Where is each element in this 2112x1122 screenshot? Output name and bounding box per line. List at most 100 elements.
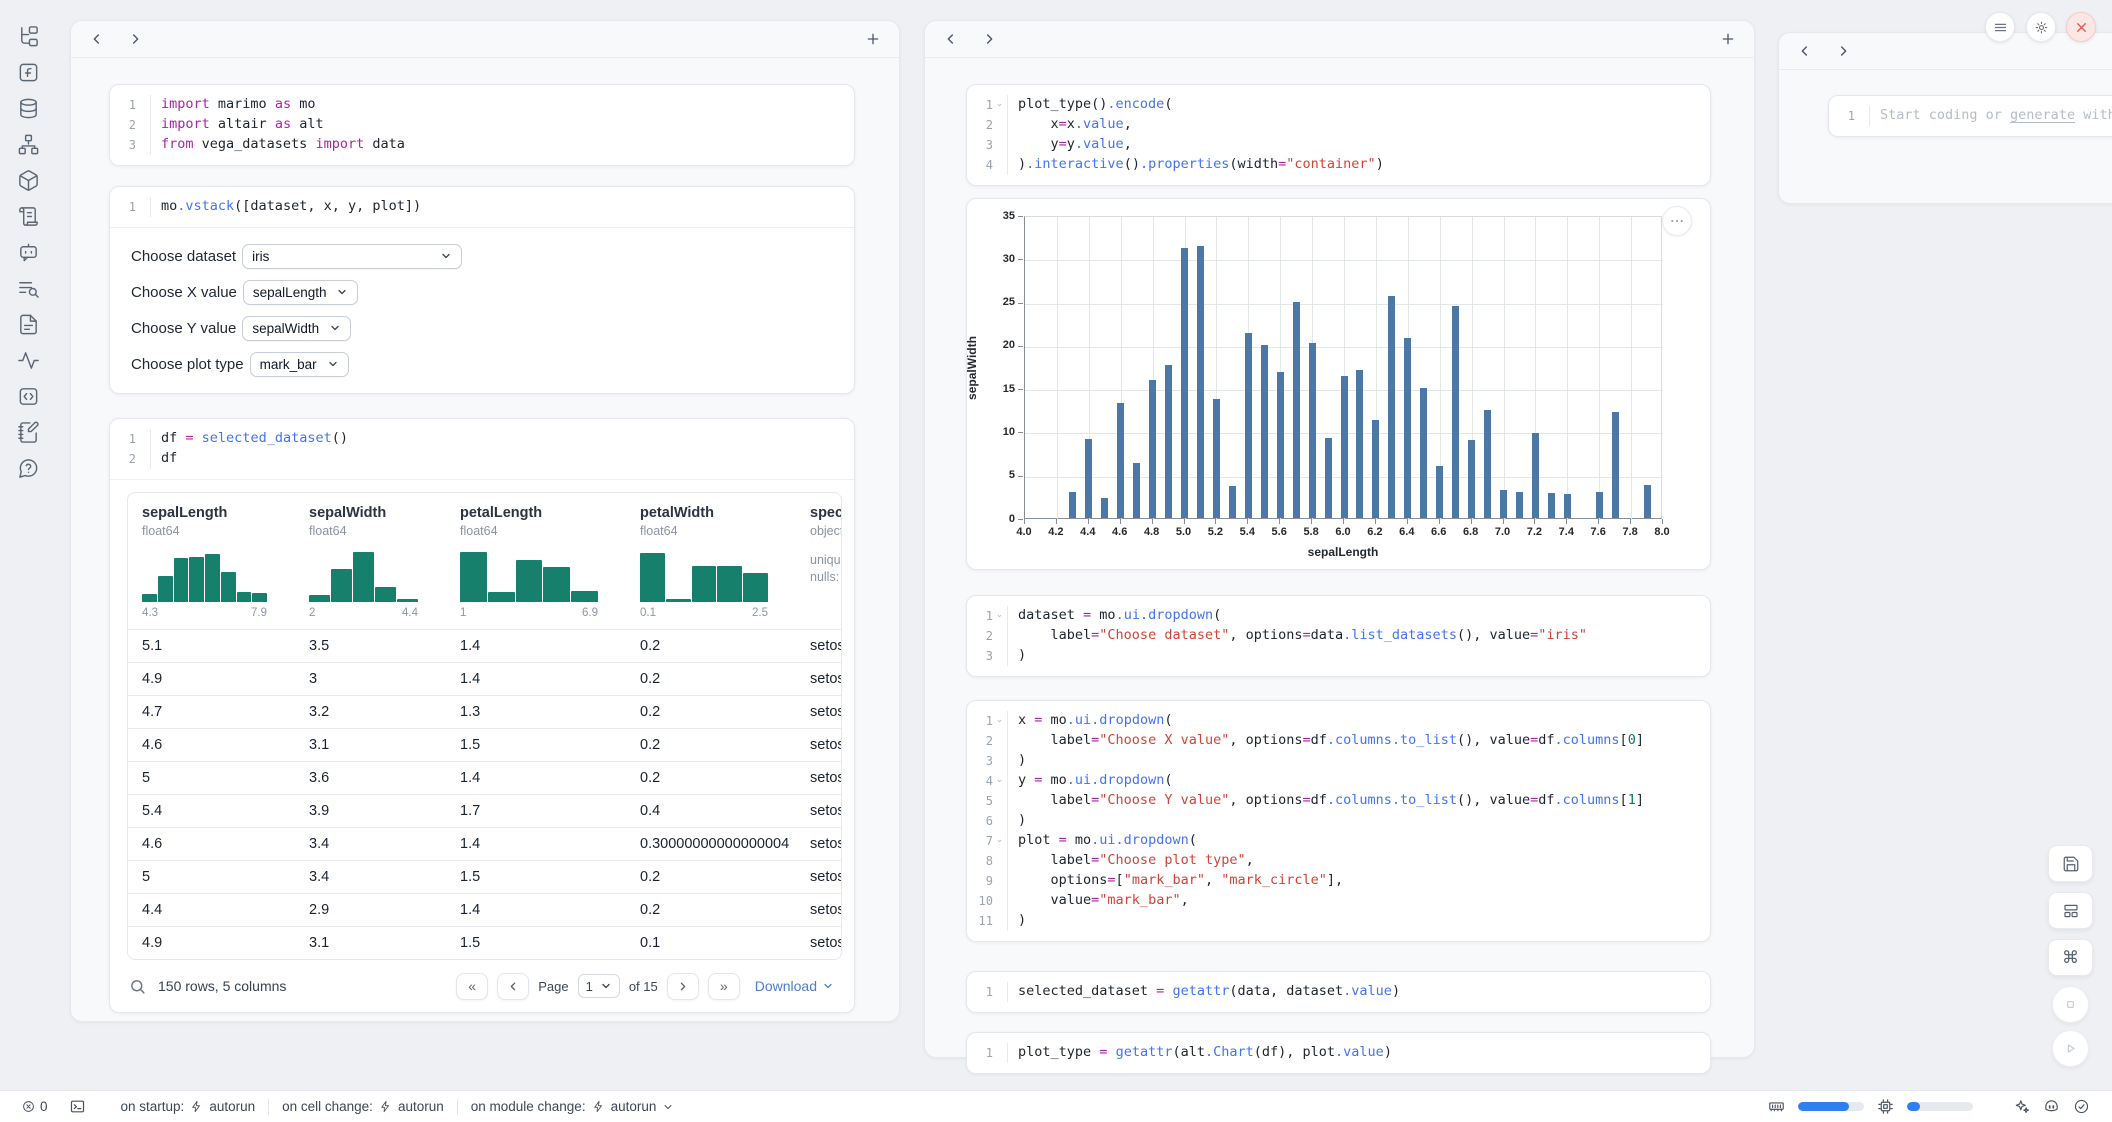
code-line[interactable]: 1⌄x = mo.ui.dropdown( — [967, 711, 1710, 731]
next-page-button[interactable] — [667, 973, 699, 1000]
chart-bar[interactable] — [1356, 370, 1363, 518]
code-line[interactable]: 3) — [967, 751, 1710, 771]
code-line[interactable]: 2import altair as alt — [110, 115, 854, 135]
chart-bar[interactable] — [1388, 296, 1395, 519]
code-line[interactable]: 6) — [967, 811, 1710, 831]
terminal-button[interactable] — [69, 1098, 86, 1115]
check-circle-icon[interactable] — [2073, 1098, 2090, 1115]
code-editor[interactable]: 1⌄plot_type().encode(2 x=x.value,3 y=y.v… — [967, 85, 1710, 185]
download-button[interactable]: Download — [755, 978, 834, 994]
code-line[interactable]: 1plot_type = getattr(alt.Chart(df), plot… — [967, 1043, 1710, 1063]
table-row[interactable]: 4.42.91.40.2setosa — [128, 893, 842, 926]
chart-bar[interactable] — [1197, 246, 1204, 518]
cell-selected-dataset[interactable]: 1selected_dataset = getattr(data, datase… — [966, 971, 1711, 1013]
code-line[interactable]: 1mo.vstack([dataset, x, y, plot]) — [110, 197, 854, 217]
box-icon[interactable] — [17, 169, 40, 192]
code-line[interactable]: 3 y=y.value, — [967, 135, 1710, 155]
function-square-icon[interactable] — [17, 61, 40, 84]
chart-bar[interactable] — [1404, 338, 1411, 518]
code-editor[interactable]: 1⌄x = mo.ui.dropdown(2 label="Choose X v… — [967, 701, 1710, 941]
table-row[interactable]: 4.93.11.50.1setosa — [128, 926, 842, 959]
chart-bar[interactable] — [1325, 438, 1332, 518]
bot-message-icon[interactable] — [17, 241, 40, 264]
chart-bar[interactable] — [1245, 333, 1252, 518]
layout-toggle-button[interactable] — [2048, 892, 2093, 929]
chart-bar[interactable] — [1293, 302, 1300, 518]
chart-bar[interactable] — [1548, 493, 1555, 518]
sparkles-icon[interactable] — [2013, 1098, 2030, 1115]
chart-bar[interactable] — [1101, 498, 1108, 518]
scroll-icon[interactable] — [17, 205, 40, 228]
add-cell-icon[interactable] — [1720, 31, 1736, 47]
table-row[interactable]: 4.63.11.50.2setosa — [128, 728, 842, 761]
file-tree-icon[interactable] — [17, 25, 40, 48]
errors-indicator[interactable]: 0 — [22, 1099, 48, 1114]
code-line[interactable]: 2df — [110, 449, 854, 469]
close-button[interactable] — [2066, 12, 2096, 42]
fold-icon[interactable]: ⌄ — [993, 95, 1006, 115]
first-page-button[interactable]: « — [456, 973, 488, 1000]
chart-bar[interactable] — [1612, 412, 1619, 518]
code-line[interactable]: 3) — [967, 646, 1710, 666]
cell-dataframe[interactable]: 1df = selected_dataset()2df sepalLengthf… — [109, 418, 855, 1013]
scroll-right-icon[interactable] — [1835, 43, 1851, 59]
chart-bar[interactable] — [1532, 433, 1539, 518]
column-header[interactable]: speciesobjectunique:nulls: — [796, 493, 842, 629]
run-button[interactable] — [2052, 1030, 2089, 1067]
on-startup-setting[interactable]: on startup: autorun — [121, 1099, 256, 1114]
table-row[interactable]: 4.931.40.2setosa — [128, 662, 842, 695]
code-line[interactable]: 9 options=["mark_bar", "mark_circle"], — [967, 871, 1710, 891]
stop-button[interactable] — [2052, 986, 2089, 1023]
chart-bar[interactable] — [1213, 399, 1220, 518]
code-editor[interactable]: 1plot_type = getattr(alt.Chart(df), plot… — [967, 1033, 1710, 1073]
code-editor[interactable]: 1⌄dataset = mo.ui.dropdown(2 label="Choo… — [967, 596, 1710, 676]
code-line[interactable]: 4⌄y = mo.ui.dropdown( — [967, 771, 1710, 791]
fold-icon[interactable]: ⌄ — [993, 831, 1006, 851]
y-value-dropdown[interactable]: sepalWidth — [242, 316, 351, 341]
code-line[interactable]: 5 label="Choose Y value", options=df.col… — [967, 791, 1710, 811]
code-line[interactable]: 1import marimo as mo — [110, 95, 854, 115]
code-line[interactable]: 1selected_dataset = getattr(data, datase… — [967, 982, 1710, 1002]
code-line[interactable]: 1df = selected_dataset() — [110, 429, 854, 449]
chart-bar[interactable] — [1309, 343, 1316, 518]
cell-empty[interactable]: 1 Start coding or generate with AI — [1828, 95, 2112, 137]
table-row[interactable]: 53.61.40.2setosa — [128, 761, 842, 794]
chart-bar[interactable] — [1261, 345, 1268, 518]
generate-link[interactable]: generate — [2010, 107, 2075, 123]
chart-bar[interactable] — [1133, 463, 1140, 518]
chart-actions-icon[interactable] — [1662, 206, 1692, 236]
table-row[interactable]: 5.13.51.40.2setosa — [128, 629, 842, 662]
table-row[interactable]: 5.43.91.70.4setosa — [128, 794, 842, 827]
code-line[interactable]: 4).interactive().properties(width="conta… — [967, 155, 1710, 175]
cell-vstack[interactable]: 1mo.vstack([dataset, x, y, plot]) Choose… — [109, 186, 855, 394]
code-line[interactable]: 2 label="Choose dataset", options=data.l… — [967, 626, 1710, 646]
plot-type-dropdown[interactable]: mark_bar — [250, 352, 349, 377]
chart-bar[interactable] — [1372, 420, 1379, 518]
scroll-left-icon[interactable] — [943, 31, 959, 47]
code-line[interactable]: 2 x=x.value, — [967, 115, 1710, 135]
chart-bar[interactable] — [1516, 492, 1523, 518]
fold-icon[interactable]: ⌄ — [993, 711, 1006, 731]
cell-dataset-dropdown[interactable]: 1⌄dataset = mo.ui.dropdown(2 label="Choo… — [966, 595, 1711, 677]
chart-bar[interactable] — [1484, 410, 1491, 518]
command-palette-button[interactable]: ⌘ — [2048, 939, 2093, 976]
code-editor[interactable]: 1df = selected_dataset()2df — [110, 419, 854, 479]
fold-icon[interactable]: ⌄ — [993, 606, 1006, 626]
chart-bar[interactable] — [1644, 485, 1651, 518]
help-chat-icon[interactable] — [17, 457, 40, 480]
chart-bar[interactable] — [1436, 466, 1443, 518]
chart-bar[interactable] — [1085, 439, 1092, 518]
chart-bar[interactable] — [1452, 306, 1459, 518]
save-button[interactable] — [2048, 845, 2093, 882]
snippets-icon[interactable] — [17, 385, 40, 408]
prev-page-button[interactable] — [497, 973, 529, 1000]
code-line[interactable]: 11) — [967, 911, 1710, 931]
editor-placeholder[interactable]: Start coding or generate with AI — [1869, 106, 2112, 126]
fold-icon[interactable]: ⌄ — [993, 771, 1006, 791]
add-cell-icon[interactable] — [865, 31, 881, 47]
chart-bar[interactable] — [1468, 440, 1475, 518]
scroll-right-icon[interactable] — [981, 31, 997, 47]
table-row[interactable]: 4.63.41.40.30000000000000004setosa — [128, 827, 842, 860]
page-select[interactable]: 1 — [578, 974, 620, 998]
notebook-pen-icon[interactable] — [17, 421, 40, 444]
